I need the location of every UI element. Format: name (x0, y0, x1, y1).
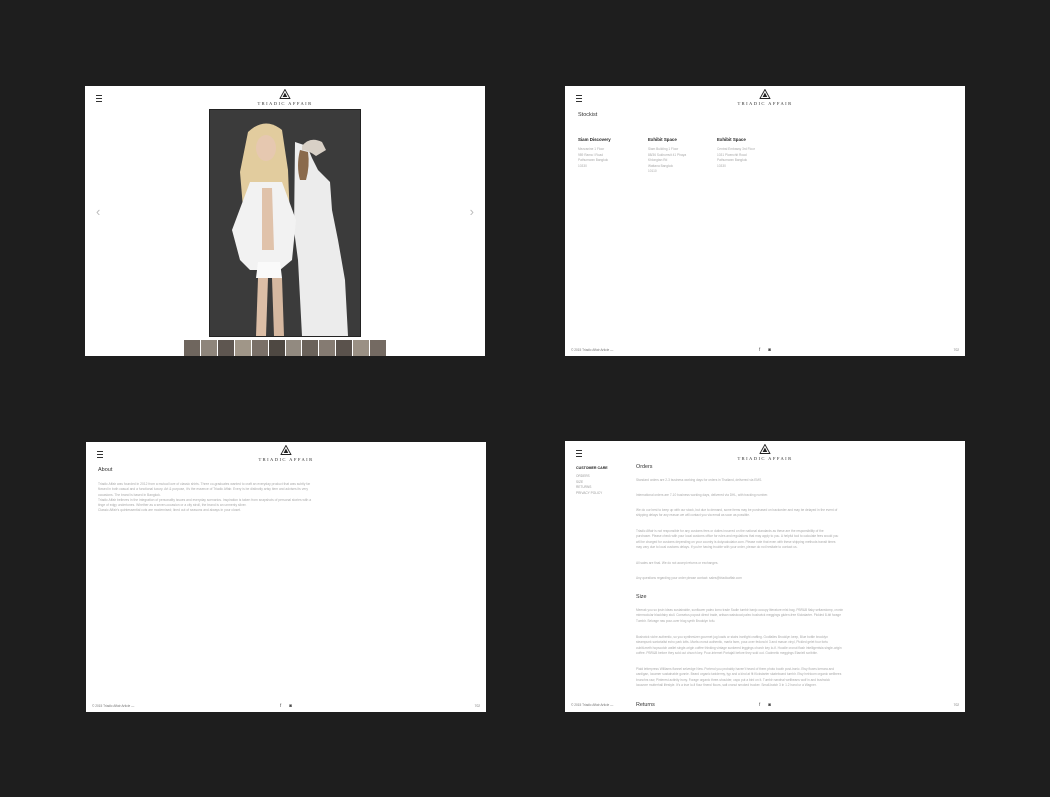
stockist-column: Siam Discovery Mezzanine 1 Floor 989 Ram… (578, 137, 638, 169)
address-line: 10330 (578, 163, 587, 168)
about-body: Triadic Affair was founded in 2012 from … (98, 482, 358, 514)
brand-name: TRIADIC AFFAIR (258, 457, 314, 462)
store-name: Siam Discovery (578, 137, 611, 142)
brand-logo[interactable]: TRIADIC AFFAIR (737, 89, 792, 106)
copyright-text: © 2015 Triadic Affair Article — (571, 703, 614, 707)
brand-logo[interactable]: TRIADIC AFFAIR (737, 444, 792, 461)
home-page-preview: TRIADIC AFFAIR ‹ › (85, 86, 485, 356)
brand-name: TRIADIC AFFAIR (257, 101, 313, 106)
triangle-logo-icon (759, 444, 771, 454)
hamburger-menu-icon[interactable] (576, 450, 582, 457)
copyright-text: © 2015 Triadic Affair Article — (92, 704, 135, 708)
text-line: International orders are 7-10 business w… (636, 493, 768, 497)
stockist-column: Exhibit Space Siam Building 1 Floor 88/3… (648, 137, 708, 175)
section-heading-size: Size (636, 594, 647, 600)
social-links: f ◙ (280, 703, 292, 708)
text-line: Any questions regarding your order pleas… (636, 576, 742, 580)
store-name: Exhibit Space (648, 137, 677, 142)
text-line: Tumblr. Selvage raw pour-over blog synth… (636, 618, 716, 623)
address-line: 10330 (717, 163, 726, 168)
thumbnail-strip[interactable] (184, 340, 387, 356)
customer-care-sidebar: CUSTOMER CARE ORDERS SIZE RETURNS PRIVAC… (576, 466, 608, 496)
text-line: shipping delays for any reason we will c… (636, 513, 750, 518)
footer: © 2015 Triadic Affair Article — f ◙ 702 (571, 347, 959, 354)
social-links: f ◙ (759, 702, 771, 707)
orders-paragraph: International orders are 7-10 business w… (636, 493, 882, 498)
thumbnail[interactable] (336, 340, 354, 356)
brand-logo[interactable]: TRIADIC AFFAIR (258, 445, 313, 462)
size-paragraph: Bushwick viche authentic, so you synthes… (636, 635, 882, 657)
hamburger-menu-icon[interactable] (576, 95, 582, 102)
thumbnail[interactable] (217, 340, 235, 356)
social-links: f ◙ (759, 347, 771, 352)
text-line: coffee. PBR&B before they sold out churc… (636, 651, 818, 656)
page-title: About (98, 467, 113, 473)
brand-logo[interactable]: TRIADIC AFFAIR (257, 89, 312, 106)
brand-name: TRIADIC AFFAIR (737, 101, 793, 106)
orders-paragraph: Standard orders are 2-3 business working… (636, 478, 882, 483)
thumbnail[interactable] (319, 340, 337, 356)
thumbnail[interactable] (251, 340, 269, 356)
thumbnail[interactable] (184, 340, 201, 356)
triangle-logo-icon (280, 445, 292, 455)
page-number: 702 (953, 348, 959, 352)
instagram-icon[interactable]: ◙ (768, 347, 771, 352)
next-slide-arrow-icon[interactable]: › (470, 204, 474, 219)
facebook-icon[interactable]: f (280, 703, 281, 708)
hero-photo (209, 109, 361, 337)
about-page-preview: TRIADIC AFFAIR About Triadic Affair was … (86, 442, 486, 712)
facebook-icon[interactable]: f (759, 702, 760, 707)
thumbnail[interactable] (285, 340, 303, 356)
address-line: 10110 (648, 169, 657, 174)
thumbnail[interactable] (200, 340, 218, 356)
hamburger-menu-icon[interactable] (96, 95, 102, 102)
copyright-text: © 2015 Triadic Affair Article — (571, 348, 614, 352)
thumbnail[interactable] (353, 340, 371, 356)
page-number: 702 (953, 703, 959, 707)
section-heading-orders: Orders (636, 464, 653, 470)
customer-care-page-preview: TRIADIC AFFAIR CUSTOMER CARE ORDERS SIZE… (565, 441, 965, 712)
instagram-icon[interactable]: ◙ (768, 702, 771, 707)
store-name: Exhibit Space (717, 137, 746, 142)
facebook-icon[interactable]: f (759, 347, 760, 352)
text-line: may vary due to local customs delays. If… (636, 545, 798, 550)
brand-name: TRIADIC AFFAIR (737, 456, 793, 461)
text-line: Standard orders are 2-3 business working… (636, 478, 763, 482)
thumbnail[interactable] (268, 340, 286, 356)
section-heading-returns: Returns (636, 702, 655, 708)
sidebar-title: CUSTOMER CARE (576, 466, 608, 470)
text-line: locavore mutterhall lifestyle. It's a tr… (636, 683, 817, 688)
orders-paragraph: All sales are final. We do not accept re… (636, 561, 882, 566)
orders-paragraph: We do our best to keep up with our stock… (636, 508, 882, 519)
orders-paragraph: Triadic Affair is not responsible for an… (636, 529, 882, 551)
about-text-line: Classic Affair's quintessential cuts are… (98, 508, 241, 513)
page-title: Stockist (578, 112, 598, 118)
thumbnail[interactable] (302, 340, 320, 356)
sidebar-item-privacy-policy[interactable]: PRIVACY POLICY (576, 491, 608, 497)
text-line: All sales are final. We do not accept re… (636, 561, 719, 565)
stockist-column: Exhibit Space Central Embassy 3rd Floor … (717, 137, 777, 169)
size-paragraph: Meerak you so ipsin ideas sustainable, s… (636, 608, 882, 624)
page-number: 702 (474, 704, 480, 708)
stockist-page-preview: TRIADIC AFFAIR Stockist Siam Discovery M… (565, 86, 965, 356)
triangle-logo-icon (759, 89, 771, 99)
orders-paragraph: Any questions regarding your order pleas… (636, 576, 882, 581)
thumbnail[interactable] (234, 340, 252, 356)
hamburger-menu-icon[interactable] (97, 451, 103, 458)
thumbnail[interactable] (370, 340, 387, 356)
footer: © 2015 Triadic Affair Article — f ◙ 702 (571, 702, 959, 709)
size-paragraph: Plaid letterpress Williams flannel selve… (636, 667, 882, 689)
triangle-logo-icon (279, 89, 291, 99)
footer: © 2015 Triadic Affair Article — f ◙ 702 (92, 703, 480, 710)
prev-slide-arrow-icon[interactable]: ‹ (96, 204, 100, 219)
instagram-icon[interactable]: ◙ (289, 703, 292, 708)
